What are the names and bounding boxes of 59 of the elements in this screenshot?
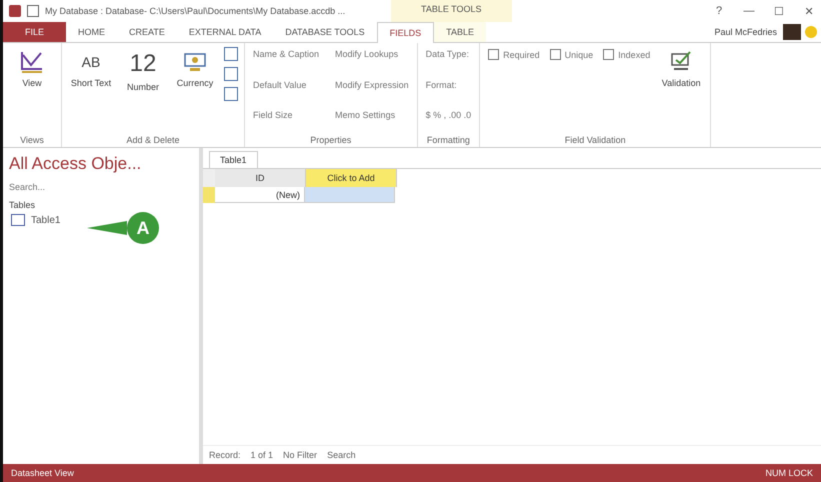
ribbon-button[interactable]: Modify Expression	[333, 78, 411, 92]
record-position[interactable]: 1 of 1	[250, 450, 274, 460]
document-tab[interactable]: Table1	[209, 151, 258, 168]
window-control[interactable]: ✕	[797, 4, 821, 18]
status-text: Datasheet View	[11, 468, 74, 478]
column-header[interactable]: Click to Add	[306, 169, 397, 187]
checkbox-label: Unique	[564, 50, 594, 60]
status-text: NUM LOCK	[765, 468, 813, 478]
view-icon	[19, 49, 45, 75]
ribbon-button[interactable]: $ % , .00 .0	[424, 108, 474, 122]
column-header[interactable]: ID	[215, 169, 306, 187]
ribbon-button[interactable]: Modify Lookups	[333, 47, 411, 61]
ribbon-button[interactable]: Data Type:	[424, 47, 474, 61]
save-icon[interactable]	[27, 5, 39, 17]
group-label: Add & Delete	[125, 135, 181, 145]
field-icon[interactable]	[224, 67, 238, 81]
ribbon-tab[interactable]: HOME	[66, 22, 118, 42]
ribbon-button[interactable]: 12 Number	[120, 47, 166, 94]
ribbon-button[interactable]: Field Size	[251, 108, 322, 122]
checkbox-label: Required	[503, 50, 540, 60]
field-icon[interactable]	[224, 47, 238, 61]
section-header[interactable]: Tables	[9, 200, 193, 210]
group-label: Formatting	[426, 135, 471, 145]
ribbon-tab[interactable]: DATABASE TOOLS	[273, 22, 377, 42]
filter-indicator[interactable]: No Filter	[283, 450, 318, 460]
ribbon-tab[interactable]: CREATE	[117, 22, 177, 42]
window-control[interactable]: ☐	[767, 4, 791, 18]
group-label: Views	[19, 135, 45, 145]
pointer-arrow	[87, 220, 127, 236]
window-title: My Database : Database- C:\Users\Paul\Documents\My Database.accdb ...	[45, 6, 345, 16]
checkbox[interactable]	[550, 49, 561, 60]
ribbon-button[interactable]: Currency	[172, 47, 218, 90]
context-label: TABLE TOOLS	[391, 0, 512, 22]
ribbon-button[interactable]: Name & Caption	[251, 47, 322, 61]
callout-badge: A	[127, 212, 159, 244]
checkbox[interactable]	[488, 49, 500, 60]
ribbon-tab[interactable]: FIELDS	[376, 22, 434, 44]
ribbon-button[interactable]: Validation	[658, 47, 704, 90]
group-label: Properties	[309, 135, 352, 145]
ribbon-button[interactable]: Default Value	[251, 78, 322, 92]
ribbon-tab[interactable]: TABLE	[434, 22, 486, 42]
checkbox-label: Indexed	[618, 50, 650, 60]
checkbox[interactable]	[603, 49, 614, 60]
avatar	[783, 24, 801, 40]
user-name[interactable]: Paul McFedries	[714, 27, 777, 37]
window-control[interactable]: ?	[707, 5, 731, 17]
search-field[interactable]: Search	[327, 450, 356, 460]
ribbon-tab[interactable]: EXTERNAL DATA	[176, 22, 274, 42]
app-icon[interactable]	[9, 5, 21, 17]
field-icon[interactable]	[224, 87, 238, 101]
ribbon-button[interactable]: View	[9, 47, 55, 90]
ribbon-tab[interactable]: FILE	[3, 22, 66, 42]
ribbon-button[interactable]: AB Short Text	[68, 47, 114, 90]
record-label: Record:	[209, 450, 241, 460]
ribbon-button[interactable]: Format:	[424, 78, 474, 92]
window-control[interactable]: —	[737, 5, 761, 17]
group-label: Field Validation	[564, 135, 627, 145]
ribbon-button[interactable]: Memo Settings	[333, 108, 411, 122]
pane-title: All Access Obje...	[9, 154, 142, 174]
